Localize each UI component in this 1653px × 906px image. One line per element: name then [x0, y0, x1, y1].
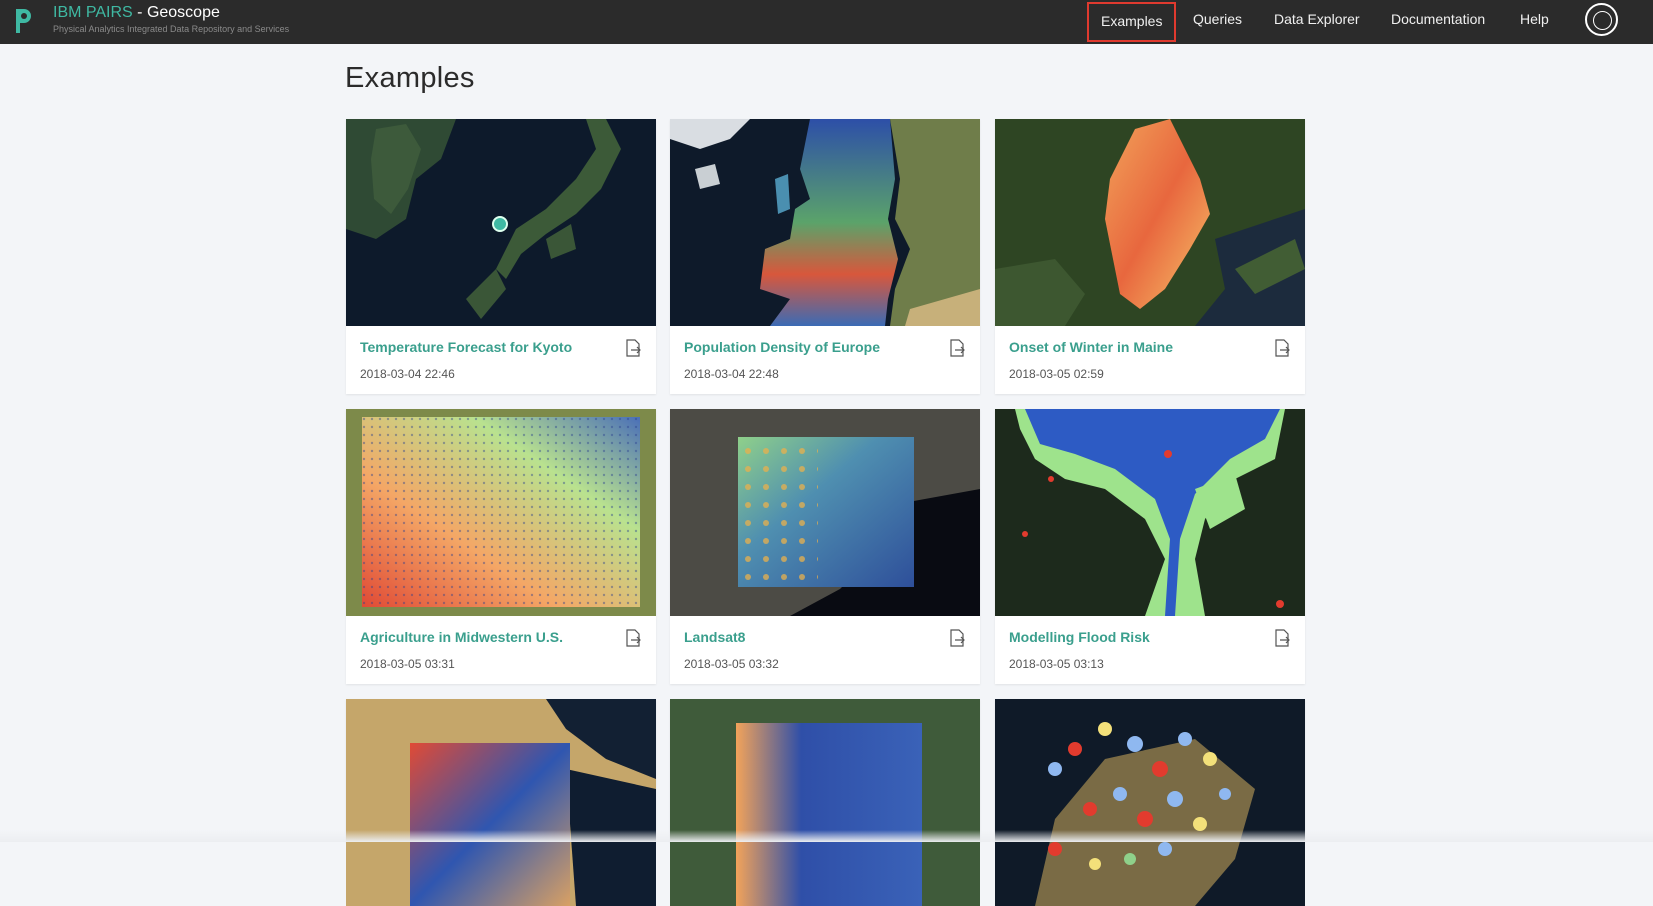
- example-card-agriculture[interactable]: Agriculture in Midwestern U.S. 2018-03-0…: [346, 409, 656, 684]
- nav-help[interactable]: Help: [1520, 0, 1549, 44]
- card-thumbnail[interactable]: [346, 409, 656, 616]
- nav-documentation[interactable]: Documentation: [1391, 0, 1485, 44]
- card-thumbnail[interactable]: [670, 409, 980, 616]
- card-title[interactable]: Onset of Winter in Maine: [1009, 339, 1173, 355]
- card-thumbnail[interactable]: [670, 119, 980, 326]
- example-card-maine[interactable]: Onset of Winter in Maine 2018-03-05 02:5…: [995, 119, 1305, 394]
- card-date: 2018-03-05 03:32: [684, 657, 779, 671]
- example-card-europe[interactable]: Population Density of Europe 2018-03-04 …: [670, 119, 980, 394]
- card-title[interactable]: Modelling Flood Risk: [1009, 629, 1150, 645]
- card-date: 2018-03-04 22:48: [684, 367, 779, 381]
- example-card-flood-risk[interactable]: Modelling Flood Risk 2018-03-05 03:13: [995, 409, 1305, 684]
- card-thumbnail[interactable]: [346, 699, 656, 906]
- card-thumbnail[interactable]: [995, 699, 1305, 906]
- nav-queries[interactable]: Queries: [1193, 0, 1242, 44]
- page-title: Examples: [345, 62, 475, 94]
- card-thumbnail[interactable]: [995, 119, 1305, 326]
- card-title[interactable]: Population Density of Europe: [684, 339, 880, 355]
- top-navigation-bar: IBM PAIRS - Geoscope Physical Analytics …: [0, 0, 1653, 44]
- example-card-kyoto[interactable]: Temperature Forecast for Kyoto 2018-03-0…: [346, 119, 656, 394]
- card-date: 2018-03-05 02:59: [1009, 367, 1104, 381]
- example-card-8[interactable]: [670, 699, 980, 906]
- nav-examples[interactable]: Examples: [1087, 2, 1177, 42]
- card-thumbnail[interactable]: [670, 699, 980, 906]
- app-subtitle: Physical Analytics Integrated Data Repos…: [53, 24, 290, 34]
- export-icon[interactable]: [948, 629, 966, 647]
- export-icon[interactable]: [948, 339, 966, 357]
- app-title: IBM PAIRS - Geoscope: [53, 4, 289, 22]
- card-title[interactable]: Landsat8: [684, 629, 745, 645]
- card-title[interactable]: Agriculture in Midwestern U.S.: [360, 629, 563, 645]
- card-thumbnail[interactable]: [995, 409, 1305, 616]
- card-title[interactable]: Temperature Forecast for Kyoto: [360, 339, 572, 355]
- export-icon[interactable]: [1273, 339, 1291, 357]
- example-card-landsat8[interactable]: Landsat8 2018-03-05 03:32: [670, 409, 980, 684]
- example-card-7[interactable]: [346, 699, 656, 906]
- card-date: 2018-03-05 03:31: [360, 657, 455, 671]
- brand[interactable]: IBM PAIRS - Geoscope Physical Analytics …: [53, 4, 289, 35]
- card-date: 2018-03-05 03:13: [1009, 657, 1104, 671]
- nav-data-explorer[interactable]: Data Explorer: [1274, 0, 1360, 44]
- user-avatar-icon[interactable]: [1585, 3, 1618, 36]
- bottom-fade: [0, 830, 1653, 842]
- export-icon[interactable]: [624, 339, 642, 357]
- app-title-rest: - Geoscope: [132, 4, 220, 21]
- export-icon[interactable]: [624, 629, 642, 647]
- card-date: 2018-03-04 22:46: [360, 367, 455, 381]
- example-card-9[interactable]: [995, 699, 1305, 906]
- export-icon[interactable]: [1273, 629, 1291, 647]
- card-thumbnail[interactable]: [346, 119, 656, 326]
- pairs-logo-icon[interactable]: [12, 5, 34, 35]
- app-title-accent: IBM PAIRS: [53, 4, 133, 21]
